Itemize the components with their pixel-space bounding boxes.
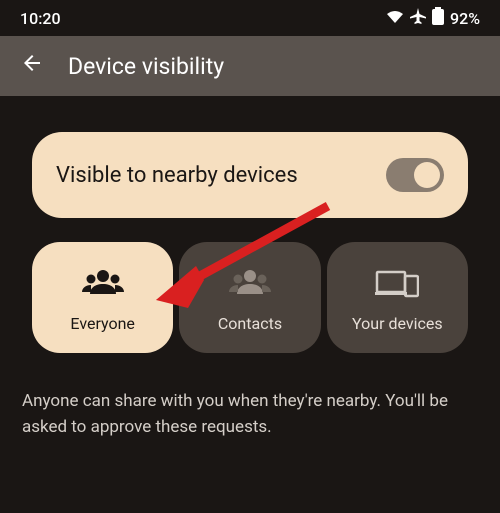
battery-percentage: 92%: [450, 9, 480, 28]
people-icon: [226, 264, 274, 302]
back-arrow-icon[interactable]: [20, 51, 44, 81]
visibility-options: Everyone Contacts: [32, 242, 468, 353]
status-indicators: 92%: [386, 7, 480, 29]
option-your-devices-label: Your devices: [352, 314, 443, 333]
wifi-icon: [386, 9, 404, 28]
status-bar: 10:20 92%: [0, 0, 500, 36]
option-everyone[interactable]: Everyone: [32, 242, 173, 353]
option-everyone-label: Everyone: [70, 314, 134, 333]
option-your-devices[interactable]: Your devices: [327, 242, 468, 353]
airplane-icon: [410, 8, 426, 28]
option-contacts[interactable]: Contacts: [179, 242, 320, 353]
visibility-toggle-switch[interactable]: [386, 158, 444, 192]
visibility-toggle-label: Visible to nearby devices: [56, 163, 298, 188]
app-header: Device visibility: [0, 36, 500, 96]
people-icon: [79, 264, 127, 302]
toggle-knob: [414, 162, 440, 188]
visibility-toggle-card[interactable]: Visible to nearby devices: [32, 132, 468, 218]
page-title: Device visibility: [68, 53, 224, 80]
battery-icon: [432, 7, 444, 29]
visibility-description: Anyone can share with you when they're n…: [0, 353, 500, 440]
status-time: 10:20: [20, 9, 61, 28]
devices-icon: [375, 264, 419, 302]
option-contacts-label: Contacts: [218, 314, 282, 333]
